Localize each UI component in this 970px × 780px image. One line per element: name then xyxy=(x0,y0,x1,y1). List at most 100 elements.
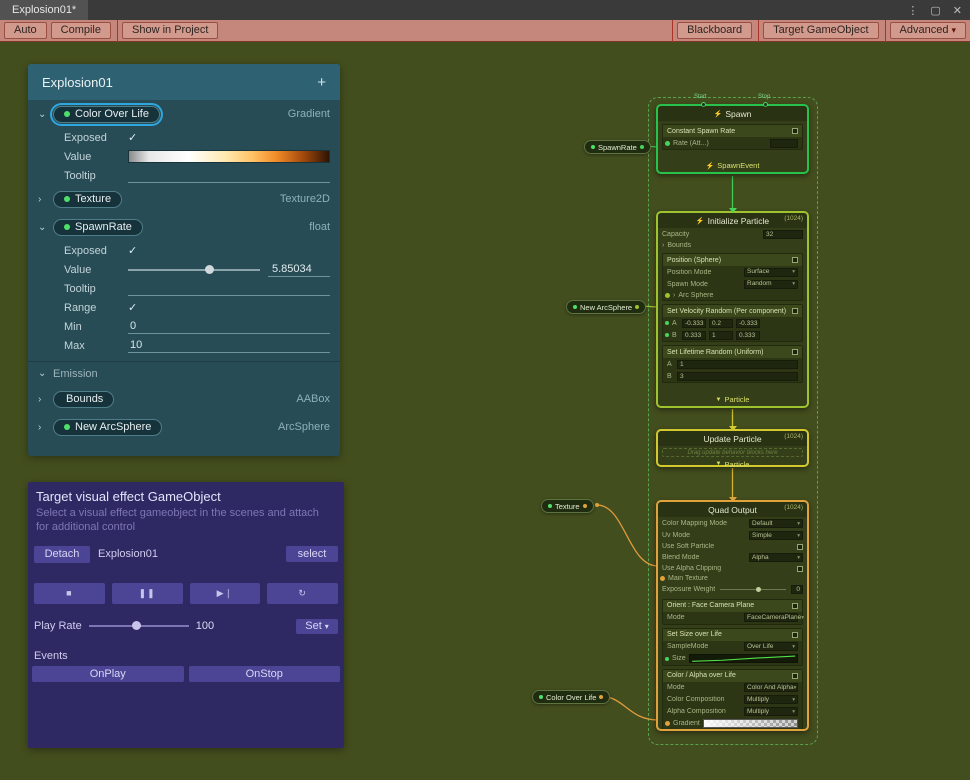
particle-output-port[interactable]: Particle xyxy=(724,395,749,404)
block-enabled-toggle[interactable] xyxy=(792,673,798,679)
close-icon[interactable]: ✕ xyxy=(953,4,962,17)
window-tab[interactable]: Explosion01* xyxy=(0,0,88,20)
velocity-b-z-field[interactable]: 0.333 xyxy=(736,331,760,340)
blackboard-toggle-button[interactable]: Blackboard xyxy=(677,22,752,39)
range-checkbox[interactable]: ✓ xyxy=(128,301,137,314)
gradient-value-field[interactable] xyxy=(128,150,330,163)
slider-thumb[interactable] xyxy=(132,621,141,630)
velocity-b-y-field[interactable]: 1 xyxy=(709,331,733,340)
rate-input-port[interactable] xyxy=(665,141,670,146)
exposure-weight-field[interactable]: 0 xyxy=(791,585,803,594)
exposed-checkbox[interactable]: ✓ xyxy=(128,244,137,257)
node-update-particle[interactable]: Update Particle (1024) Drag update behav… xyxy=(656,429,809,467)
block-enabled-toggle[interactable] xyxy=(792,128,798,134)
capacity-field[interactable]: 32 xyxy=(763,230,803,239)
gradient-input-port[interactable] xyxy=(665,721,670,726)
detach-button[interactable]: Detach xyxy=(34,546,90,563)
param-pill-texture[interactable]: Texture xyxy=(53,191,122,208)
target-gameobject-toggle-button[interactable]: Target GameObject xyxy=(763,22,878,39)
stop-button[interactable]: ■ xyxy=(34,583,105,604)
uv-mode-dropdown[interactable]: Simple▾ xyxy=(749,531,803,540)
slider-thumb[interactable] xyxy=(756,587,761,592)
chevron-right-icon[interactable]: › xyxy=(38,394,53,405)
velocity-a-z-field[interactable]: -0.333 xyxy=(736,319,760,328)
kebab-menu-icon[interactable]: ⋮ xyxy=(907,4,918,17)
lifetime-b-field[interactable]: 3 xyxy=(677,372,798,381)
onstop-button[interactable]: OnStop xyxy=(189,666,341,682)
orient-mode-dropdown[interactable]: FaceCameraPlane▾ xyxy=(744,613,798,622)
velocity-b-x-field[interactable]: 0.333 xyxy=(682,331,706,340)
blend-mode-dropdown[interactable]: Alpha▾ xyxy=(749,553,803,562)
velocity-a-port[interactable] xyxy=(665,321,669,325)
node-quad-output[interactable]: Quad Output (1024) Color Mapping Mode De… xyxy=(656,500,809,731)
max-field[interactable]: 10 xyxy=(128,338,330,353)
advanced-dropdown-button[interactable]: Advanced▾ xyxy=(890,22,966,39)
spawnrate-value-field[interactable]: 5.85034 xyxy=(268,262,330,277)
block-enabled-toggle[interactable] xyxy=(792,632,798,638)
block-enabled-toggle[interactable] xyxy=(792,257,798,263)
show-in-project-button[interactable]: Show in Project xyxy=(122,22,218,39)
parameter-node-color-over-life[interactable]: Color Over Life xyxy=(532,690,610,704)
rate-field[interactable] xyxy=(770,139,798,148)
arcsphere-input-port[interactable] xyxy=(665,293,670,298)
min-field[interactable]: 0 xyxy=(128,319,330,334)
pause-button[interactable]: ❚❚ xyxy=(112,583,183,604)
output-port[interactable] xyxy=(599,695,603,699)
set-dropdown-button[interactable]: Set▾ xyxy=(296,619,338,634)
main-texture-input-port[interactable] xyxy=(660,576,665,581)
gradient-field[interactable] xyxy=(703,719,798,728)
velocity-a-y-field[interactable]: 0.2 xyxy=(709,319,733,328)
block-enabled-toggle[interactable] xyxy=(792,349,798,355)
parameter-node-spawnrate[interactable]: SpawnRate xyxy=(584,140,651,154)
color-composition-dropdown[interactable]: Multiply▾ xyxy=(744,695,798,704)
auto-button[interactable]: Auto xyxy=(4,22,47,39)
restart-button[interactable]: ↻ xyxy=(267,583,338,604)
alpha-clipping-checkbox[interactable] xyxy=(797,566,803,572)
blackboard-header[interactable]: Explosion01 + xyxy=(28,64,340,100)
tooltip-field[interactable] xyxy=(128,281,330,296)
chevron-down-icon[interactable]: ⌄ xyxy=(38,222,53,233)
parameter-node-texture[interactable]: Texture xyxy=(541,499,594,513)
block-enabled-toggle[interactable] xyxy=(792,308,798,314)
chevron-right-icon[interactable]: › xyxy=(673,292,675,299)
position-mode-dropdown[interactable]: Surface▾ xyxy=(744,268,798,277)
exposed-checkbox[interactable]: ✓ xyxy=(128,131,137,144)
spawnrate-slider[interactable] xyxy=(128,269,260,271)
color-mapping-dropdown[interactable]: Default▾ xyxy=(749,519,803,528)
block-enabled-toggle[interactable] xyxy=(792,603,798,609)
param-pill-color-over-life[interactable]: Color Over Life xyxy=(53,106,160,123)
output-port[interactable] xyxy=(583,504,587,508)
compile-button[interactable]: Compile xyxy=(51,22,111,39)
param-pill-spawnrate[interactable]: SpawnRate xyxy=(53,219,143,236)
play-rate-value[interactable]: 100 xyxy=(196,620,230,632)
lifetime-a-field[interactable]: 1 xyxy=(677,360,798,369)
step-button[interactable]: ▶❘ xyxy=(190,583,261,604)
spawn-mode-dropdown[interactable]: Random▾ xyxy=(744,280,798,289)
select-button[interactable]: select xyxy=(286,546,338,562)
sample-mode-dropdown[interactable]: Over Life▾ xyxy=(744,642,798,651)
size-input-port[interactable] xyxy=(665,657,669,661)
maximize-icon[interactable]: ▢ xyxy=(930,4,940,17)
soft-particle-checkbox[interactable] xyxy=(797,544,803,550)
exposure-weight-slider[interactable] xyxy=(720,589,786,590)
chevron-down-icon[interactable]: ⌄ xyxy=(38,109,53,120)
category-emission[interactable]: Emission xyxy=(53,368,98,380)
size-curve-field[interactable] xyxy=(689,654,798,663)
spawnevent-output-port[interactable]: SpawnEvent xyxy=(717,161,759,170)
chevron-right-icon[interactable]: › xyxy=(662,242,664,249)
output-port[interactable] xyxy=(640,145,644,149)
onplay-button[interactable]: OnPlay xyxy=(32,666,184,682)
particle-output-port[interactable]: Particle xyxy=(724,460,749,469)
chevron-right-icon[interactable]: › xyxy=(38,194,53,205)
play-rate-slider[interactable] xyxy=(89,625,189,627)
velocity-b-port[interactable] xyxy=(665,333,669,337)
chevron-down-icon[interactable]: ⌄ xyxy=(38,368,53,379)
param-pill-new-arcsphere[interactable]: New ArcSphere xyxy=(53,419,162,436)
node-spawn[interactable]: Start Stop ⚡ Spawn Constant Spawn Rate R… xyxy=(656,104,809,174)
parameter-node-new-arcsphere[interactable]: New ArcSphere xyxy=(566,300,646,314)
param-pill-bounds[interactable]: Bounds xyxy=(53,391,114,408)
output-port[interactable] xyxy=(635,305,639,309)
bounds-foldout[interactable]: Bounds xyxy=(667,242,803,249)
velocity-a-x-field[interactable]: -0.333 xyxy=(682,319,706,328)
tooltip-field[interactable] xyxy=(128,168,330,183)
